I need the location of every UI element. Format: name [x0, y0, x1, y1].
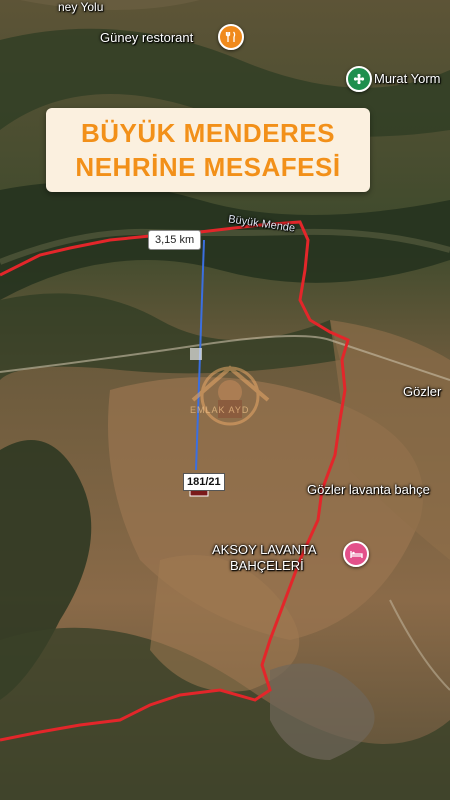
gozler-label[interactable]: Gözler: [403, 384, 441, 399]
fork-knife-icon[interactable]: [218, 24, 244, 50]
watermark-logo: [191, 365, 270, 426]
gozler-lavanta-label[interactable]: Gözler lavanta bahçe: [307, 482, 430, 497]
aksoy-label-line1[interactable]: AKSOY LAVANTA: [212, 542, 317, 557]
murat-label[interactable]: Murat Yorm: [374, 71, 440, 86]
flower-icon[interactable]: [346, 66, 372, 92]
road-label-top: ney Yolu: [58, 0, 104, 14]
watermark-text: EMLAK AYD: [190, 405, 250, 415]
distance-label: 3,15 km: [148, 230, 202, 250]
bed-icon[interactable]: [343, 541, 369, 567]
title-line-2: NEHRİNE MESAFESİ: [75, 152, 341, 182]
satellite-map[interactable]: EMLAK AYD ney Yolu Güney restorant Murat…: [0, 0, 450, 800]
title-line-1: BÜYÜK MENDERES: [80, 118, 336, 148]
title-banner: BÜYÜK MENDERES NEHRİNE MESAFESİ: [46, 108, 370, 192]
parcel-label[interactable]: 181/21: [183, 473, 225, 491]
restaurant-label[interactable]: Güney restorant: [100, 30, 193, 45]
aksoy-label-line2[interactable]: BAHÇELERİ: [230, 558, 304, 573]
